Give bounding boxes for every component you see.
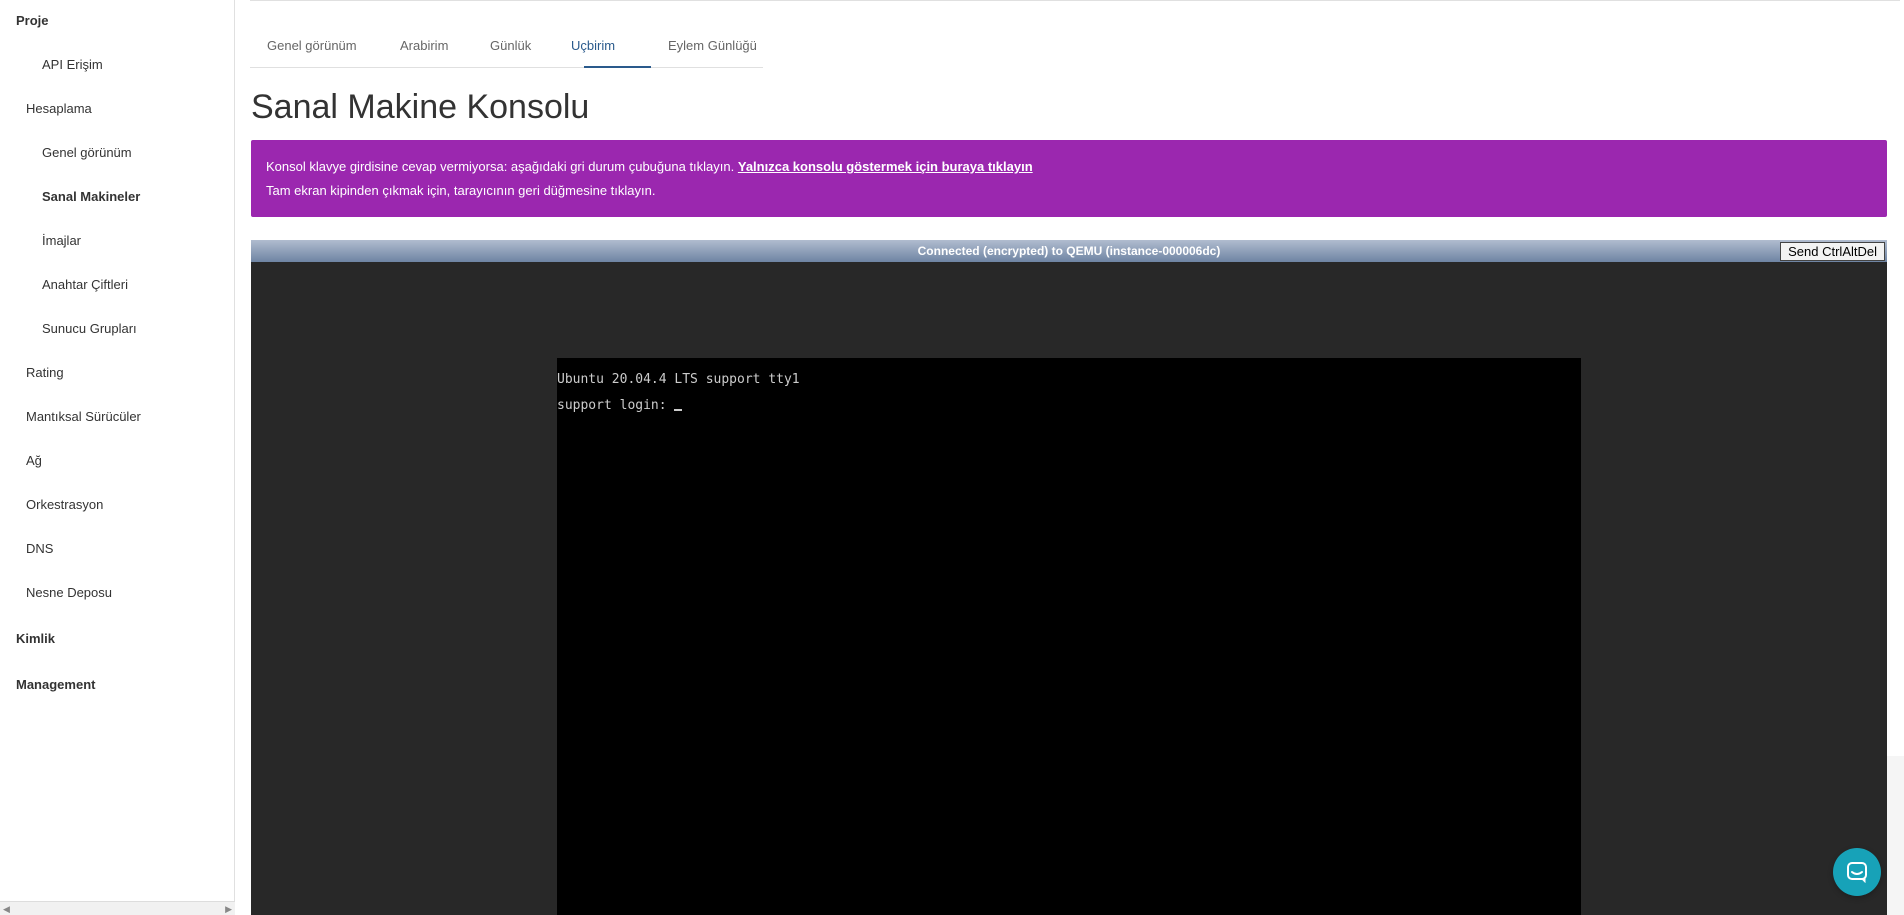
chat-icon [1847, 862, 1867, 883]
sidebar-item-dns[interactable]: DNS [26, 541, 53, 556]
chat-button[interactable] [1833, 848, 1881, 896]
tab-gunluk[interactable]: Günlük [490, 38, 531, 53]
sidebar-item-management[interactable]: Management [16, 677, 95, 692]
sidebar-item-orkestrasyon[interactable]: Orkestrasyon [26, 497, 103, 512]
sidebar-item-proje[interactable]: Proje [16, 13, 49, 28]
info-alert: Konsol klavye girdisine cevap vermiyorsa… [251, 140, 1887, 217]
sidebar-item-genel-gorunum[interactable]: Genel görünüm [42, 145, 132, 160]
sidebar-item-mantiksal-suruculer[interactable]: Mantıksal Sürücüler [26, 409, 141, 424]
sidebar-item-nesne-deposu[interactable]: Nesne Deposu [26, 585, 112, 600]
sidebar-item-imajlar[interactable]: İmajlar [42, 233, 81, 248]
arrow-right-icon[interactable]: ▶ [225, 904, 232, 915]
tab-eylem-gunlugu[interactable]: Eylem Günlüğü [668, 38, 757, 53]
sidebar-scrollbar[interactable]: ◀ ▶ [0, 901, 235, 915]
arrow-left-icon[interactable]: ◀ [3, 904, 10, 915]
alert-line-2: Tam ekran kipinden çıkmak için, tarayıcı… [266, 183, 656, 198]
login-prompt: support login: [557, 398, 675, 413]
console-screen[interactable]: Ubuntu 20.04.4 LTS support tty1 support … [557, 358, 1581, 915]
sidebar-item-anahtar-ciftleri[interactable]: Anahtar Çiftleri [42, 277, 128, 292]
console-line: Ubuntu 20.04.4 LTS support tty1 [557, 372, 800, 387]
tab-ucbirim[interactable]: Uçbirim [571, 38, 615, 53]
sidebar-item-sunucu-gruplari[interactable]: Sunucu Grupları [42, 321, 137, 336]
sidebar: Proje API Erişim Hesaplama Genel görünüm… [0, 0, 235, 915]
page-title: Sanal Makine Konsolu [251, 88, 590, 126]
sidebar-item-ag[interactable]: Ağ [26, 453, 42, 468]
sidebar-item-sanal-makineler[interactable]: Sanal Makineler [42, 189, 140, 204]
sidebar-item-kimlik[interactable]: Kimlik [16, 631, 55, 646]
main-content: Genel görünüm Arabirim Günlük Uçbirim Ey… [236, 0, 1904, 915]
active-tab-indicator [584, 66, 651, 68]
send-ctrl-alt-del-button[interactable]: Send CtrlAltDel [1780, 242, 1885, 261]
alert-text: Konsol klavye girdisine cevap vermiyorsa… [266, 159, 735, 174]
text-cursor [674, 409, 683, 411]
divider [250, 0, 1900, 1]
alert-line-1: Konsol klavye girdisine cevap vermiyorsa… [266, 159, 1033, 174]
tab-arabirim[interactable]: Arabirim [400, 38, 448, 53]
sidebar-item-hesaplama[interactable]: Hesaplama [26, 101, 92, 116]
page-scrollbar-track[interactable] [1887, 756, 1904, 915]
connection-status: Connected (encrypted) to QEMU (instance-… [917, 244, 1221, 258]
sidebar-item-api-erisim[interactable]: API Erişim [42, 57, 103, 72]
sidebar-item-rating[interactable]: Rating [26, 365, 64, 380]
console-status-bar[interactable]: Connected (encrypted) to QEMU (instance-… [251, 240, 1887, 262]
tab-bar: Genel görünüm Arabirim Günlük Uçbirim Ey… [250, 30, 763, 68]
vnc-console[interactable]: Connected (encrypted) to QEMU (instance-… [251, 240, 1887, 915]
console-line: support login: [557, 398, 683, 413]
console-only-link[interactable]: Yalnızca konsolu göstermek için buraya t… [738, 159, 1033, 174]
tab-genel-gorunum[interactable]: Genel görünüm [267, 38, 357, 53]
